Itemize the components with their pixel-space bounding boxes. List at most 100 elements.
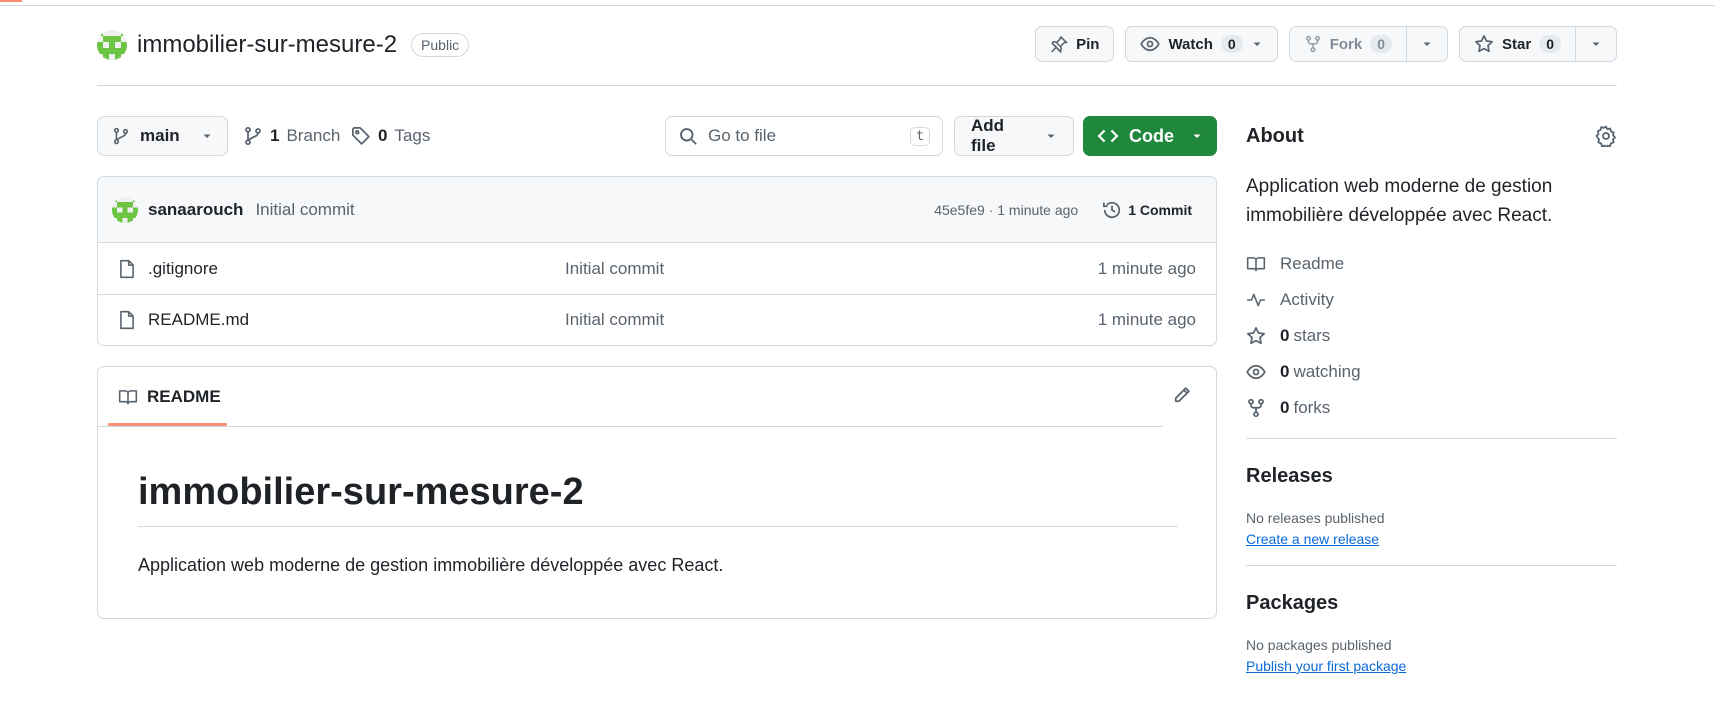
code-button[interactable]: Code	[1083, 116, 1217, 156]
fork-counter: 0	[1370, 35, 1393, 53]
readme-link[interactable]: Readme	[1246, 246, 1617, 282]
fork-button-group: Fork 0	[1288, 26, 1449, 62]
publish-package-link[interactable]: Publish your first package	[1246, 658, 1406, 674]
chevron-down-icon	[1590, 38, 1602, 50]
commit-hash-time-text: 45e5fe9 · 1 minute ago	[934, 201, 1079, 218]
pulse-icon	[1246, 291, 1266, 309]
star-button[interactable]: Star 0	[1460, 27, 1575, 61]
forks-text: 0 forks	[1280, 398, 1330, 418]
tag-count: 0	[378, 126, 388, 145]
book-icon	[1246, 255, 1266, 273]
repo-name-link[interactable]: immobilier-sur-mesure-2	[137, 31, 397, 59]
branch-count: 1	[270, 126, 280, 145]
repo-header: immobilier-sur-mesure-2 Public Pin Watch…	[97, 26, 1617, 86]
star-icon	[1246, 326, 1266, 346]
go-to-file-placeholder: Go to file	[708, 126, 777, 145]
book-icon	[118, 388, 138, 406]
releases-title[interactable]: Releases	[1246, 465, 1617, 488]
go-to-file-input[interactable]: Go to file t	[665, 116, 943, 156]
fork-icon	[1246, 398, 1266, 418]
page-progress-bar	[0, 0, 1715, 6]
commit-message[interactable]: Initial commit	[255, 200, 354, 220]
file-commit-time: 1 minute ago	[1097, 310, 1196, 329]
activity-link[interactable]: Activity	[1246, 282, 1617, 318]
search-icon	[678, 126, 698, 146]
packages-empty-text: No packages published	[1246, 637, 1392, 653]
file-commit-message[interactable]: Initial commit	[565, 310, 664, 330]
pin-icon	[1050, 35, 1068, 53]
branches-link[interactable]: 1 Branch	[243, 116, 340, 156]
branch-icon	[112, 127, 130, 145]
readme-body: Application web moderne de gestion immob…	[138, 555, 724, 575]
file-name[interactable]: README.md	[148, 310, 249, 330]
code-icon	[1097, 125, 1119, 147]
file-row[interactable]: README.md Initial commit 1 minute ago	[98, 294, 1216, 345]
sidebar-divider	[1246, 438, 1617, 439]
chevron-down-icon	[1251, 38, 1263, 50]
file-commit-time: 1 minute ago	[1097, 258, 1196, 278]
about-description: Application web moderne de gestion immob…	[1246, 176, 1553, 226]
author-avatar[interactable]	[112, 196, 138, 223]
tag-icon	[351, 126, 371, 146]
packages-title[interactable]: Packages	[1246, 592, 1617, 615]
sidebar-divider	[1246, 565, 1617, 566]
tag-label: Tags	[394, 126, 431, 145]
releases-empty-text: No releases published	[1246, 510, 1385, 526]
chevron-down-icon	[1191, 130, 1203, 142]
commit-hash-time[interactable]: 45e5fe9 · 1 minute ago	[934, 202, 1078, 218]
owner-avatar[interactable]	[97, 30, 127, 60]
file-icon	[118, 310, 136, 330]
history-icon	[1102, 200, 1122, 220]
gear-icon[interactable]	[1595, 125, 1617, 147]
repo-actions: Pin Watch 0 Fork 0 Star 0	[1035, 26, 1617, 62]
fork-button[interactable]: Fork 0	[1290, 27, 1406, 61]
star-icon	[1474, 34, 1494, 54]
watching-label: watching	[1293, 362, 1361, 381]
readme-panel: README immobilier-sur-mesure-2 Applicati…	[97, 366, 1217, 619]
forks-count: 0	[1280, 398, 1290, 417]
readme-heading: immobilier-sur-mesure-2	[138, 471, 1178, 527]
branch-label: Branch	[286, 126, 341, 145]
fork-dropdown[interactable]	[1406, 27, 1447, 61]
watch-label: Watch	[1168, 35, 1213, 53]
add-file-button[interactable]: Add file	[954, 116, 1074, 156]
watch-counter: 0	[1220, 35, 1243, 53]
star-label: Star	[1502, 35, 1532, 53]
latest-commit-row: sanaarouch Initial commit 45e5fe9 · 1 mi…	[98, 177, 1216, 243]
file-commit-message[interactable]: Initial commit	[565, 259, 664, 279]
visibility-badge: Public	[411, 33, 470, 57]
create-release-link[interactable]: Create a new release	[1246, 531, 1379, 547]
eye-icon	[1246, 362, 1266, 382]
commits-link[interactable]: 1 Commit	[1102, 200, 1202, 220]
commit-author[interactable]: sanaarouch	[148, 200, 243, 220]
fork-label: Fork	[1329, 35, 1363, 53]
readme-tab[interactable]: README	[108, 367, 227, 427]
watching-link[interactable]: 0 watching	[1246, 354, 1617, 390]
readme-divider	[98, 426, 1163, 427]
watch-button[interactable]: Watch 0	[1125, 26, 1278, 62]
stars-link[interactable]: 0 stars	[1246, 318, 1617, 354]
forks-link[interactable]: 0 forks	[1246, 390, 1617, 426]
add-file-label: Add file	[971, 116, 1005, 155]
code-label: Code	[1129, 125, 1174, 146]
star-button-group: Star 0	[1459, 26, 1617, 62]
stars-label: stars	[1293, 326, 1331, 345]
file-name[interactable]: .gitignore	[148, 259, 218, 279]
packages-section: Packages No packages published Publish y…	[1246, 592, 1617, 676]
branch-selector[interactable]: main	[97, 116, 228, 156]
shortcut-key: t	[910, 126, 930, 146]
pin-label: Pin	[1076, 35, 1100, 53]
tags-link[interactable]: 0 Tags	[351, 116, 430, 156]
star-dropdown[interactable]	[1575, 27, 1616, 61]
file-icon	[118, 259, 136, 279]
branch-name: main	[140, 126, 180, 145]
file-row[interactable]: .gitignore Initial commit 1 minute ago	[98, 243, 1216, 294]
eye-icon	[1140, 34, 1161, 54]
stars-count: 0	[1280, 326, 1290, 345]
chevron-down-icon	[201, 130, 213, 142]
about-title: About	[1246, 124, 1304, 147]
chevron-down-icon	[1421, 38, 1433, 50]
stars-text: 0 stars	[1280, 326, 1330, 346]
pin-button[interactable]: Pin	[1035, 26, 1115, 62]
pencil-icon[interactable]	[1172, 385, 1192, 405]
